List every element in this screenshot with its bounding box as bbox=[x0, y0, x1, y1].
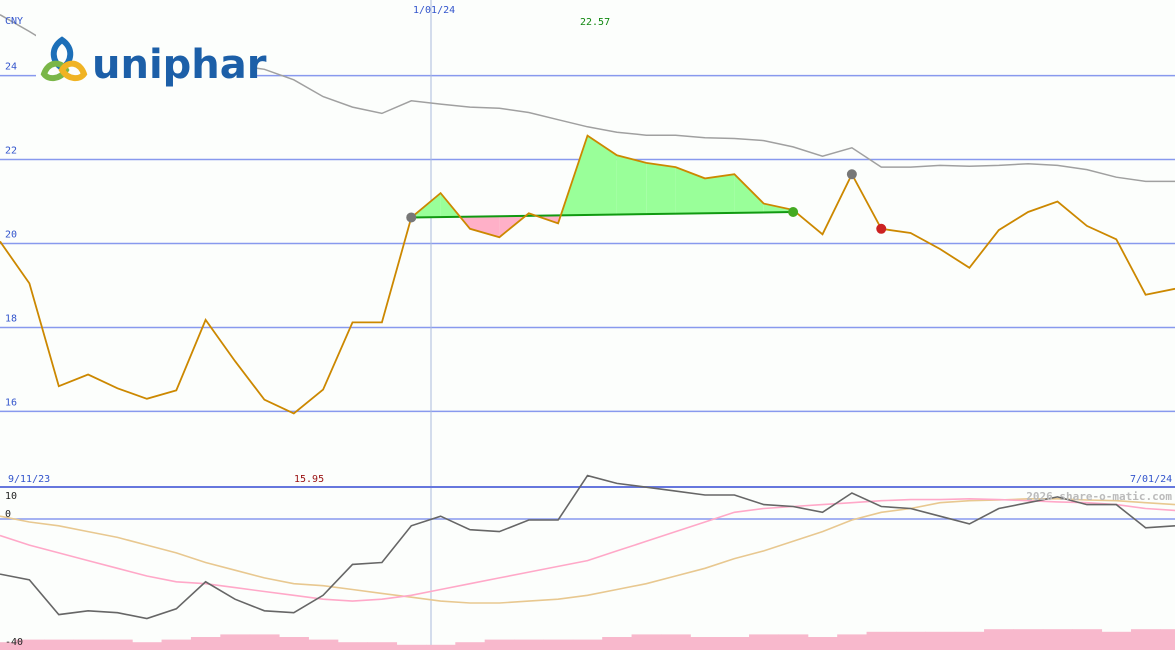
volume-bar bbox=[1072, 629, 1103, 650]
volume-bar bbox=[690, 637, 721, 650]
volume-bar bbox=[220, 634, 251, 650]
volume-bar bbox=[895, 631, 926, 650]
volume-bar bbox=[249, 634, 280, 650]
low-price-label: 15.95 bbox=[294, 474, 324, 485]
volume-bar bbox=[102, 639, 133, 650]
trade-fill-segment bbox=[616, 155, 647, 215]
y-tick-label-18: 18 bbox=[5, 313, 17, 324]
volume-bar bbox=[514, 639, 544, 650]
start-date-label: 9/11/23 bbox=[8, 474, 50, 485]
trade-exit-marker[interactable] bbox=[788, 207, 799, 218]
volume-bar bbox=[749, 634, 779, 650]
volume-bar bbox=[396, 644, 427, 650]
volume-bar bbox=[1130, 629, 1161, 650]
volume-bar bbox=[778, 634, 809, 650]
volume-bar bbox=[44, 639, 74, 650]
volume-bar bbox=[660, 634, 691, 650]
volume-bar bbox=[484, 639, 515, 650]
stock-chart: uniphar CNY 1/01/24 22.57 15.95 9/11/23 … bbox=[0, 0, 1175, 650]
volume-bar bbox=[837, 634, 868, 650]
volume-bar bbox=[337, 642, 368, 650]
volume-bar bbox=[1101, 631, 1132, 650]
cursor-date-label: 1/01/24 bbox=[413, 5, 455, 16]
volume-bar bbox=[984, 629, 1014, 650]
oscillator-tick-label--40: -40 bbox=[5, 637, 23, 648]
volume-bar bbox=[161, 639, 192, 650]
volume-bar bbox=[367, 642, 398, 650]
uniphar-logo: uniphar bbox=[36, 34, 267, 88]
high-price-label: 22.57 bbox=[580, 17, 610, 28]
volume-bar bbox=[602, 637, 633, 650]
trade-entry-marker[interactable] bbox=[406, 212, 417, 223]
volume-bar bbox=[73, 639, 104, 650]
volume-bar bbox=[925, 631, 956, 650]
volume-bar bbox=[631, 634, 662, 650]
volume-bar bbox=[132, 642, 163, 650]
oscillator-tick-label-0: 0 bbox=[5, 509, 11, 520]
y-tick-label-20: 20 bbox=[5, 230, 17, 241]
volume-bar bbox=[719, 637, 750, 650]
volume-bar bbox=[543, 639, 574, 650]
volume-bar bbox=[308, 639, 339, 650]
brand-name: uniphar bbox=[92, 42, 267, 88]
currency-label: CNY bbox=[5, 16, 23, 27]
copyright-label: 2026 share-o-matic.com bbox=[1026, 490, 1172, 503]
end-date-label: 7/01/24 bbox=[1130, 474, 1172, 485]
volume-bar bbox=[425, 644, 456, 650]
oscillator-tick-label-10: 10 bbox=[5, 491, 17, 502]
volume-bar bbox=[1160, 629, 1175, 650]
trade-fill-segment bbox=[646, 162, 676, 215]
volume-bar bbox=[572, 639, 603, 650]
volume-bar bbox=[807, 637, 838, 650]
volume-bar bbox=[1013, 629, 1044, 650]
volume-bar bbox=[279, 637, 309, 650]
y-tick-label-24: 24 bbox=[5, 62, 17, 73]
trade-exit-marker[interactable] bbox=[876, 223, 887, 234]
volume-bar bbox=[866, 631, 897, 650]
trade-fill-segment bbox=[705, 174, 735, 214]
y-tick-label-22: 22 bbox=[5, 146, 17, 157]
volume-bar bbox=[1042, 629, 1073, 650]
trade-entry-marker[interactable] bbox=[846, 169, 857, 180]
volume-bar bbox=[190, 637, 221, 650]
volume-bar bbox=[954, 631, 985, 650]
y-tick-label-16: 16 bbox=[5, 397, 17, 408]
volume-bar bbox=[455, 642, 486, 650]
